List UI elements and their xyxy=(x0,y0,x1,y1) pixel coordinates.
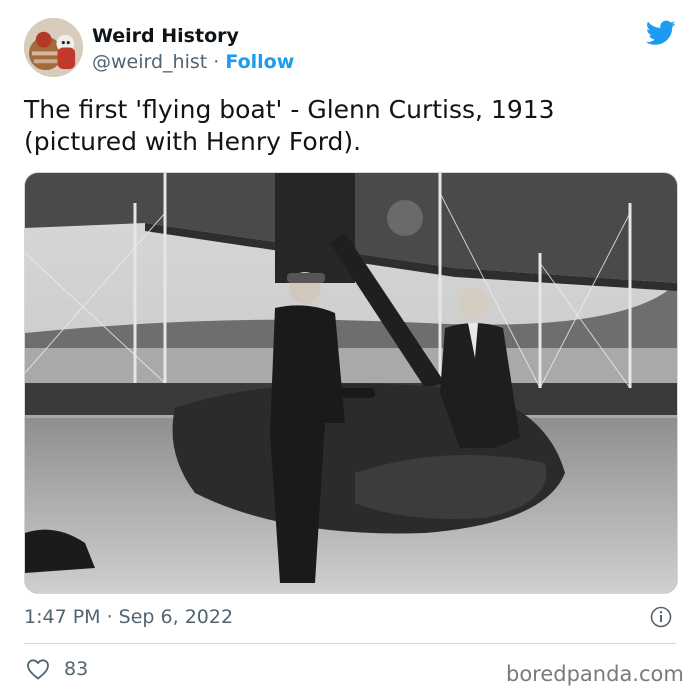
tweet-text-line-1: The first 'flying boat' - Glenn Curtiss,… xyxy=(24,95,555,124)
divider xyxy=(24,643,676,644)
tweet-text: The first 'flying boat' - Glenn Curtiss,… xyxy=(24,94,674,158)
heart-icon[interactable] xyxy=(26,658,50,680)
tweet-photo[interactable] xyxy=(24,172,678,594)
author-name[interactable]: Weird History xyxy=(92,24,239,48)
follow-button[interactable]: Follow xyxy=(225,51,294,73)
like-count: 83 xyxy=(64,658,89,680)
tweet-text-line-2: (pictured with Henry Ford). xyxy=(24,127,362,156)
info-icon[interactable] xyxy=(650,606,672,628)
avatar[interactable] xyxy=(24,18,83,77)
author-handle-row: @weird_hist · Follow xyxy=(92,50,294,74)
twitter-bird-icon[interactable] xyxy=(646,20,676,46)
tweet-card: Weird History @weird_hist · Follow The f… xyxy=(0,0,700,697)
flying-boat-photo xyxy=(25,173,677,593)
watermark: boredpanda.com xyxy=(506,662,684,686)
tweet-timestamp[interactable]: 1:47 PM · Sep 6, 2022 xyxy=(24,605,233,629)
author-handle[interactable]: @weird_hist xyxy=(92,51,207,73)
avatar-image xyxy=(24,18,83,77)
separator-dot: · xyxy=(213,51,220,73)
